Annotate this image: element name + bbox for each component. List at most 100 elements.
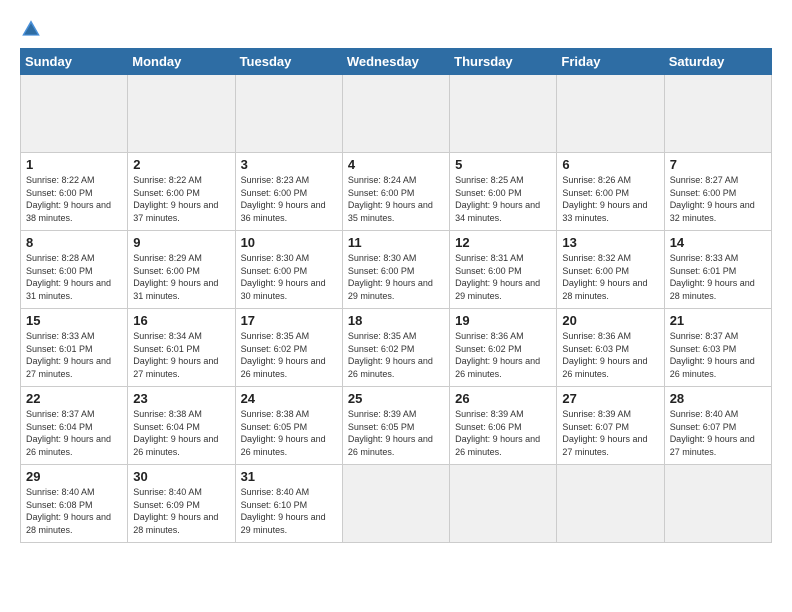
calendar-cell: 31 Sunrise: 8:40 AMSunset: 6:10 PMDayligh… bbox=[235, 465, 342, 543]
calendar-week-row: 29Sunrise: 8:40 AMSunset: 6:08 PMDayligh… bbox=[21, 465, 772, 543]
cell-content: Sunrise: 8:30 AMSunset: 6:00 PMDaylight:… bbox=[348, 252, 444, 302]
day-number: 30 bbox=[133, 469, 229, 484]
day-number: 10 bbox=[241, 235, 337, 250]
calendar-cell bbox=[342, 75, 449, 153]
cell-content: Sunrise: 8:23 AMSunset: 6:00 PMDaylight:… bbox=[241, 174, 337, 224]
calendar-cell: 20 Sunrise: 8:36 AMSunset: 6:03 PMDayligh… bbox=[557, 309, 664, 387]
day-number: 1 bbox=[26, 157, 122, 172]
cell-content: Sunrise: 8:32 AMSunset: 6:00 PMDaylight:… bbox=[562, 252, 658, 302]
day-number: 13 bbox=[562, 235, 658, 250]
day-number: 3 bbox=[241, 157, 337, 172]
day-number: 4 bbox=[348, 157, 444, 172]
calendar-week-row: 15 Sunrise: 8:33 AMSunset: 6:01 PMDayligh… bbox=[21, 309, 772, 387]
cell-content: Sunrise: 8:36 AMSunset: 6:02 PMDaylight:… bbox=[455, 330, 551, 380]
cell-content: Sunrise: 8:40 AMSunset: 6:09 PMDaylight:… bbox=[133, 486, 229, 536]
day-number: 12 bbox=[455, 235, 551, 250]
calendar-cell: 1 Sunrise: 8:22 AMSunset: 6:00 PMDaylight… bbox=[21, 153, 128, 231]
day-number: 6 bbox=[562, 157, 658, 172]
calendar-cell: 27Sunrise: 8:39 AMSunset: 6:07 PMDayligh… bbox=[557, 387, 664, 465]
day-number: 2 bbox=[133, 157, 229, 172]
calendar-cell: 25 Sunrise: 8:39 AMSunset: 6:05 PMDayligh… bbox=[342, 387, 449, 465]
cell-content: Sunrise: 8:37 AMSunset: 6:04 PMDaylight:… bbox=[26, 408, 122, 458]
cell-content: Sunrise: 8:22 AMSunset: 6:00 PMDaylight:… bbox=[26, 174, 122, 224]
calendar-cell: 9 Sunrise: 8:29 AMSunset: 6:00 PMDaylight… bbox=[128, 231, 235, 309]
calendar-cell bbox=[235, 75, 342, 153]
day-number: 9 bbox=[133, 235, 229, 250]
day-number: 21 bbox=[670, 313, 766, 328]
calendar-cell: 14Sunrise: 8:33 AMSunset: 6:01 PMDayligh… bbox=[664, 231, 771, 309]
calendar-cell: 10Sunrise: 8:30 AMSunset: 6:00 PMDayligh… bbox=[235, 231, 342, 309]
weekday-header-wednesday: Wednesday bbox=[342, 49, 449, 75]
calendar-cell: 2 Sunrise: 8:22 AMSunset: 6:00 PMDaylight… bbox=[128, 153, 235, 231]
day-number: 24 bbox=[241, 391, 337, 406]
day-number: 28 bbox=[670, 391, 766, 406]
cell-content: Sunrise: 8:40 AMSunset: 6:07 PMDaylight:… bbox=[670, 408, 766, 458]
cell-content: Sunrise: 8:33 AMSunset: 6:01 PMDaylight:… bbox=[26, 330, 122, 380]
day-number: 16 bbox=[133, 313, 229, 328]
weekday-header-thursday: Thursday bbox=[450, 49, 557, 75]
cell-content: Sunrise: 8:29 AMSunset: 6:00 PMDaylight:… bbox=[133, 252, 229, 302]
calendar-cell: 17Sunrise: 8:35 AMSunset: 6:02 PMDayligh… bbox=[235, 309, 342, 387]
calendar-cell: 19Sunrise: 8:36 AMSunset: 6:02 PMDayligh… bbox=[450, 309, 557, 387]
weekday-header-saturday: Saturday bbox=[664, 49, 771, 75]
cell-content: Sunrise: 8:38 AMSunset: 6:04 PMDaylight:… bbox=[133, 408, 229, 458]
calendar-cell bbox=[664, 75, 771, 153]
cell-content: Sunrise: 8:39 AMSunset: 6:05 PMDaylight:… bbox=[348, 408, 444, 458]
calendar-cell bbox=[21, 75, 128, 153]
calendar-cell: 8 Sunrise: 8:28 AMSunset: 6:00 PMDaylight… bbox=[21, 231, 128, 309]
cell-content: Sunrise: 8:31 AMSunset: 6:00 PMDaylight:… bbox=[455, 252, 551, 302]
weekday-header-sunday: Sunday bbox=[21, 49, 128, 75]
day-number: 18 bbox=[348, 313, 444, 328]
calendar-cell bbox=[557, 75, 664, 153]
calendar-cell: 16 Sunrise: 8:34 AMSunset: 6:01 PMDayligh… bbox=[128, 309, 235, 387]
weekday-header-row: SundayMondayTuesdayWednesdayThursdayFrid… bbox=[21, 49, 772, 75]
cell-content: Sunrise: 8:40 AMSunset: 6:10 PMDaylight:… bbox=[241, 486, 337, 536]
cell-content: Sunrise: 8:38 AMSunset: 6:05 PMDaylight:… bbox=[241, 408, 337, 458]
cell-content: Sunrise: 8:36 AMSunset: 6:03 PMDaylight:… bbox=[562, 330, 658, 380]
calendar-cell bbox=[557, 465, 664, 543]
day-number: 15 bbox=[26, 313, 122, 328]
day-number: 5 bbox=[455, 157, 551, 172]
cell-content: Sunrise: 8:39 AMSunset: 6:06 PMDaylight:… bbox=[455, 408, 551, 458]
weekday-header-monday: Monday bbox=[128, 49, 235, 75]
logo-icon bbox=[20, 18, 42, 40]
cell-content: Sunrise: 8:35 AMSunset: 6:02 PMDaylight:… bbox=[348, 330, 444, 380]
calendar-cell: 26Sunrise: 8:39 AMSunset: 6:06 PMDayligh… bbox=[450, 387, 557, 465]
calendar-cell: 12 Sunrise: 8:31 AMSunset: 6:00 PMDayligh… bbox=[450, 231, 557, 309]
calendar-week-row: 8 Sunrise: 8:28 AMSunset: 6:00 PMDaylight… bbox=[21, 231, 772, 309]
cell-content: Sunrise: 8:28 AMSunset: 6:00 PMDaylight:… bbox=[26, 252, 122, 302]
calendar-cell bbox=[664, 465, 771, 543]
day-number: 23 bbox=[133, 391, 229, 406]
day-number: 11 bbox=[348, 235, 444, 250]
weekday-header-tuesday: Tuesday bbox=[235, 49, 342, 75]
day-number: 17 bbox=[241, 313, 337, 328]
cell-content: Sunrise: 8:22 AMSunset: 6:00 PMDaylight:… bbox=[133, 174, 229, 224]
calendar-cell bbox=[128, 75, 235, 153]
calendar-cell: 30 Sunrise: 8:40 AMSunset: 6:09 PMDayligh… bbox=[128, 465, 235, 543]
cell-content: Sunrise: 8:27 AMSunset: 6:00 PMDaylight:… bbox=[670, 174, 766, 224]
day-number: 25 bbox=[348, 391, 444, 406]
day-number: 8 bbox=[26, 235, 122, 250]
cell-content: Sunrise: 8:26 AMSunset: 6:00 PMDaylight:… bbox=[562, 174, 658, 224]
cell-content: Sunrise: 8:25 AMSunset: 6:00 PMDaylight:… bbox=[455, 174, 551, 224]
calendar-cell: 15 Sunrise: 8:33 AMSunset: 6:01 PMDayligh… bbox=[21, 309, 128, 387]
calendar-cell: 24 Sunrise: 8:38 AMSunset: 6:05 PMDayligh… bbox=[235, 387, 342, 465]
day-number: 27 bbox=[562, 391, 658, 406]
cell-content: Sunrise: 8:24 AMSunset: 6:00 PMDaylight:… bbox=[348, 174, 444, 224]
day-number: 31 bbox=[241, 469, 337, 484]
calendar-cell: 7Sunrise: 8:27 AMSunset: 6:00 PMDaylight… bbox=[664, 153, 771, 231]
cell-content: Sunrise: 8:34 AMSunset: 6:01 PMDaylight:… bbox=[133, 330, 229, 380]
calendar-cell: 18 Sunrise: 8:35 AMSunset: 6:02 PMDayligh… bbox=[342, 309, 449, 387]
header bbox=[20, 18, 772, 40]
calendar-cell bbox=[450, 75, 557, 153]
calendar-cell: 29Sunrise: 8:40 AMSunset: 6:08 PMDayligh… bbox=[21, 465, 128, 543]
weekday-header-friday: Friday bbox=[557, 49, 664, 75]
day-number: 14 bbox=[670, 235, 766, 250]
day-number: 20 bbox=[562, 313, 658, 328]
calendar-week-row: 22Sunrise: 8:37 AMSunset: 6:04 PMDayligh… bbox=[21, 387, 772, 465]
calendar-cell: 11 Sunrise: 8:30 AMSunset: 6:00 PMDayligh… bbox=[342, 231, 449, 309]
calendar-cell: 6 Sunrise: 8:26 AMSunset: 6:00 PMDaylight… bbox=[557, 153, 664, 231]
calendar-week-row bbox=[21, 75, 772, 153]
calendar-cell: 5 Sunrise: 8:25 AMSunset: 6:00 PMDaylight… bbox=[450, 153, 557, 231]
cell-content: Sunrise: 8:37 AMSunset: 6:03 PMDaylight:… bbox=[670, 330, 766, 380]
